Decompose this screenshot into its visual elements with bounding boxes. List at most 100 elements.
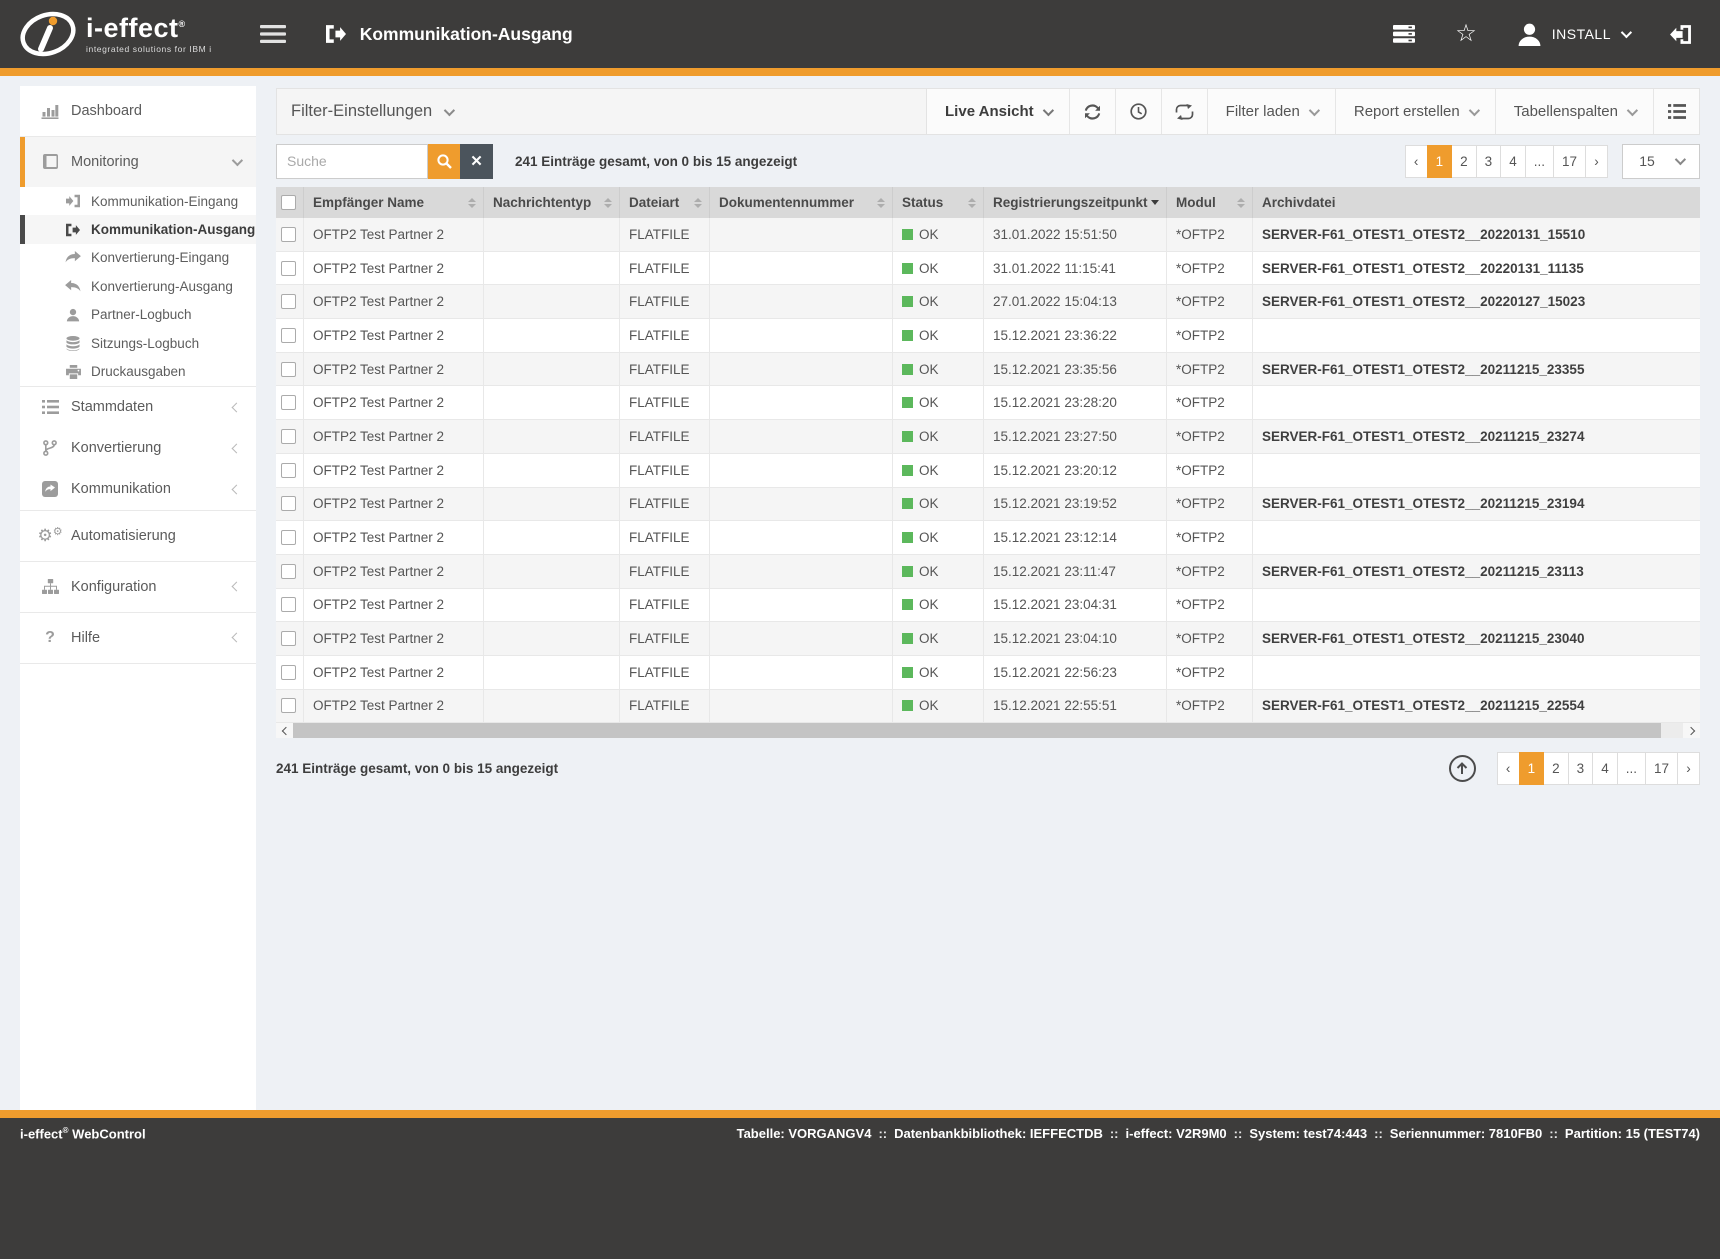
server-icon[interactable] — [1393, 25, 1415, 43]
live-view-button[interactable]: Live Ansicht — [927, 89, 1069, 134]
cell-registrierungszeitpunkt: 15.12.2021 23:19:52 — [984, 488, 1167, 521]
column-header-nachrichtentyp[interactable]: Nachrichtentyp — [484, 187, 620, 218]
cell-dateiart: FLATFILE — [620, 589, 710, 622]
table-row[interactable]: OFTP2 Test Partner 2 FLATFILE OK 15.12.2… — [276, 521, 1700, 555]
next-page-button[interactable]: › — [1677, 752, 1700, 785]
scroll-right-button[interactable] — [1683, 723, 1700, 738]
page-button-4[interactable]: 4 — [1500, 145, 1526, 178]
sidebar-item-kommunikation-ausgang[interactable]: Kommunikation-Ausgang — [20, 215, 256, 243]
cell-registrierungszeitpunkt: 15.12.2021 23:04:31 — [984, 589, 1167, 622]
page-button-...[interactable]: ... — [1617, 752, 1646, 785]
row-checkbox[interactable] — [281, 597, 296, 612]
cell-modul: *OFTP2 — [1167, 285, 1253, 318]
prev-page-button[interactable]: ‹ — [1405, 145, 1428, 178]
search-input[interactable] — [276, 144, 428, 179]
table-row[interactable]: OFTP2 Test Partner 2 FLATFILE OK 15.12.2… — [276, 656, 1700, 690]
menu-toggle-button[interactable] — [260, 24, 286, 44]
cell-nachrichtentyp — [484, 555, 620, 588]
row-checkbox[interactable] — [281, 261, 296, 276]
row-checkbox[interactable] — [281, 631, 296, 646]
sidebar-item-konvertierung-eingang[interactable]: Konvertierung-Eingang — [20, 244, 256, 272]
page-button-2[interactable]: 2 — [1543, 752, 1569, 785]
column-header-registrierungszeitpunkt[interactable]: Registrierungszeitpunkt — [984, 187, 1167, 218]
filter-load-button[interactable]: Filter laden — [1207, 89, 1335, 134]
table-row[interactable]: OFTP2 Test Partner 2 FLATFILE OK 15.12.2… — [276, 454, 1700, 488]
table-row[interactable]: OFTP2 Test Partner 2 FLATFILE OK 15.12.2… — [276, 622, 1700, 656]
filter-settings-toggle[interactable]: Filter-Einstellungen — [276, 88, 927, 135]
sidebar-item-konvertierung-ausgang[interactable]: Konvertierung-Ausgang — [20, 272, 256, 300]
page-button-3[interactable]: 3 — [1568, 752, 1594, 785]
refresh-button[interactable] — [1069, 89, 1115, 134]
sidebar-item-kommunikation-eingang[interactable]: Kommunikation-Eingang — [20, 187, 256, 215]
table-row[interactable]: OFTP2 Test Partner 2 FLATFILE OK 31.01.2… — [276, 252, 1700, 286]
row-checkbox[interactable] — [281, 395, 296, 410]
select-all-checkbox[interactable] — [281, 195, 296, 210]
sidebar-item-stammdaten[interactable]: Stammdaten — [20, 387, 256, 428]
table-row[interactable]: OFTP2 Test Partner 2 FLATFILE OK 31.01.2… — [276, 218, 1700, 252]
page-button-1[interactable]: 1 — [1519, 752, 1545, 785]
row-checkbox[interactable] — [281, 698, 296, 713]
status-ok-icon — [902, 431, 913, 442]
next-page-button[interactable]: › — [1585, 145, 1608, 178]
table-row[interactable]: OFTP2 Test Partner 2 FLATFILE OK 15.12.2… — [276, 353, 1700, 387]
view-list-button[interactable] — [1653, 89, 1699, 134]
status-ok-icon — [902, 397, 913, 408]
sidebar-item-partner-logbuch[interactable]: Partner-Logbuch — [20, 301, 256, 329]
column-header-dateiart[interactable]: Dateiart — [620, 187, 710, 218]
prev-page-button[interactable]: ‹ — [1497, 752, 1520, 785]
page-button-2[interactable]: 2 — [1451, 145, 1477, 178]
schedule-button[interactable] — [1115, 89, 1161, 134]
sidebar-item-automatisierung[interactable]: ⚙⚙ Automatisierung — [20, 511, 256, 561]
scrollbar-thumb[interactable] — [293, 723, 1661, 738]
table-columns-button[interactable]: Tabellenspalten — [1495, 89, 1653, 134]
page-button-17[interactable]: 17 — [1553, 145, 1586, 178]
sidebar-item-sitzungs-logbuch[interactable]: Sitzungs-Logbuch — [20, 329, 256, 357]
page-button-4[interactable]: 4 — [1592, 752, 1618, 785]
table-row[interactable]: OFTP2 Test Partner 2 FLATFILE OK 15.12.2… — [276, 488, 1700, 522]
scroll-to-top-button[interactable] — [1449, 755, 1476, 782]
auto-reload-button[interactable] — [1161, 89, 1207, 134]
row-checkbox[interactable] — [281, 463, 296, 478]
page-button-...[interactable]: ... — [1525, 145, 1554, 178]
table-row[interactable]: OFTP2 Test Partner 2 FLATFILE OK 15.12.2… — [276, 420, 1700, 454]
clear-search-button[interactable]: ✕ — [460, 144, 493, 179]
row-checkbox[interactable] — [281, 429, 296, 444]
row-checkbox[interactable] — [281, 530, 296, 545]
row-checkbox[interactable] — [281, 496, 296, 511]
sidebar-item-hilfe[interactable]: ? Hilfe — [20, 613, 256, 663]
report-create-button[interactable]: Report erstellen — [1335, 89, 1495, 134]
search-button[interactable] — [428, 144, 460, 179]
page-button-1[interactable]: 1 — [1427, 145, 1453, 178]
row-checkbox[interactable] — [281, 665, 296, 680]
row-checkbox[interactable] — [281, 294, 296, 309]
sidebar-item-kommunikation[interactable]: Kommunikation — [20, 469, 256, 510]
page-button-3[interactable]: 3 — [1476, 145, 1502, 178]
page-button-17[interactable]: 17 — [1645, 752, 1678, 785]
sidebar-item-konvertierung[interactable]: Konvertierung — [20, 428, 256, 469]
sidebar-item-druckausgaben[interactable]: Druckausgaben — [20, 357, 256, 385]
sidebar-item-dashboard[interactable]: Dashboard — [20, 86, 256, 136]
row-checkbox[interactable] — [281, 328, 296, 343]
table-row[interactable]: OFTP2 Test Partner 2 FLATFILE OK 15.12.2… — [276, 690, 1700, 724]
app-logo[interactable]: i-effect® integrated solutions for IBM i — [20, 11, 212, 57]
user-menu[interactable]: INSTALL — [1517, 23, 1629, 46]
row-checkbox[interactable] — [281, 362, 296, 377]
sidebar-item-konfiguration[interactable]: Konfiguration — [20, 562, 256, 612]
favorite-star-icon[interactable]: ☆ — [1455, 22, 1477, 46]
column-header-status[interactable]: Status — [893, 187, 984, 218]
column-header-empfaenger-name[interactable]: Empfänger Name — [304, 187, 484, 218]
logout-icon[interactable] — [1669, 25, 1692, 44]
table-row[interactable]: OFTP2 Test Partner 2 FLATFILE OK 15.12.2… — [276, 555, 1700, 589]
page-size-select[interactable]: 15 — [1622, 144, 1700, 179]
row-checkbox[interactable] — [281, 564, 296, 579]
row-checkbox[interactable] — [281, 227, 296, 242]
table-row[interactable]: OFTP2 Test Partner 2 FLATFILE OK 15.12.2… — [276, 589, 1700, 623]
sidebar-item-monitoring[interactable]: Monitoring — [20, 137, 256, 187]
table-row[interactable]: OFTP2 Test Partner 2 FLATFILE OK 27.01.2… — [276, 285, 1700, 319]
table-row[interactable]: OFTP2 Test Partner 2 FLATFILE OK 15.12.2… — [276, 386, 1700, 420]
column-header-archivdatei[interactable]: Archivdatei — [1253, 187, 1700, 218]
table-row[interactable]: OFTP2 Test Partner 2 FLATFILE OK 15.12.2… — [276, 319, 1700, 353]
column-header-dokumentennummer[interactable]: Dokumentennummer — [710, 187, 893, 218]
column-header-modul[interactable]: Modul — [1167, 187, 1253, 218]
scroll-left-button[interactable] — [276, 723, 293, 738]
